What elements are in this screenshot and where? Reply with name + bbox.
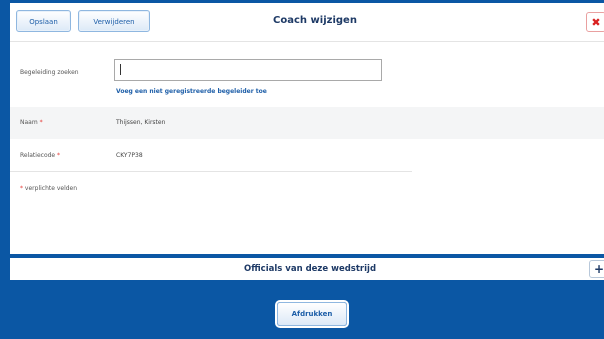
text-cursor: [120, 64, 121, 75]
required-note: * verplichte velden: [20, 185, 77, 192]
add-official-icon[interactable]: +: [589, 260, 604, 278]
print-button[interactable]: Afdrukken: [277, 302, 347, 326]
relation-label-text: Relatiecode: [20, 152, 56, 159]
officials-title: Officials van deze wedstrijd: [243, 264, 377, 274]
search-input[interactable]: [114, 59, 382, 81]
name-row: [10, 107, 604, 139]
close-icon[interactable]: ✖: [586, 12, 604, 32]
top-border: [10, 0, 604, 3]
delete-button[interactable]: Verwijderen: [78, 10, 150, 32]
required-note-text: verplichte velden: [24, 185, 78, 192]
row-divider: [10, 171, 412, 172]
name-label-text: Naam: [20, 119, 38, 126]
required-marker: *: [20, 185, 23, 192]
name-value: Thijssen, Kirsten: [116, 119, 166, 126]
search-label: Begeleiding zoeken: [20, 69, 79, 76]
save-button[interactable]: Opslaan: [16, 10, 71, 32]
relation-label: Relatiecode *: [20, 152, 60, 159]
relation-value: CKY7P38: [116, 152, 143, 159]
page-title: Coach wijzigen: [273, 15, 357, 26]
header-divider: [10, 41, 604, 42]
required-marker: *: [57, 152, 61, 159]
name-label: Naam *: [20, 119, 43, 126]
required-marker: *: [39, 119, 43, 126]
add-unregistered-link[interactable]: Voeg een niet geregistreerde begeleider …: [116, 88, 267, 95]
